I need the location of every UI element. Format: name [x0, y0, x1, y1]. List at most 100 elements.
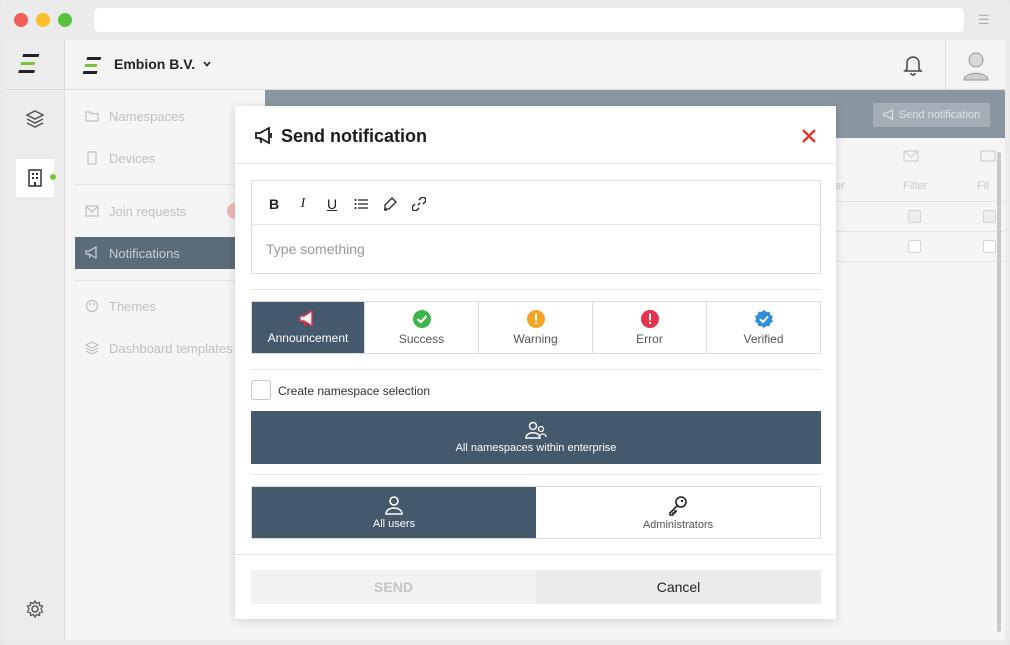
- italic-button[interactable]: I: [294, 195, 312, 213]
- send-button[interactable]: SEND: [251, 570, 536, 604]
- dialog-header: Send notification: [235, 106, 836, 164]
- type-label: Error: [636, 332, 663, 346]
- embion-logo-icon: [18, 54, 40, 73]
- verified-badge-icon: [754, 310, 773, 328]
- scrollbar[interactable]: [997, 152, 1001, 632]
- list-button[interactable]: [352, 195, 370, 213]
- gear-icon: [26, 599, 44, 619]
- underline-button[interactable]: U: [323, 195, 341, 213]
- sidebar-item-label: Dashboard templates: [109, 340, 233, 356]
- mail-icon: [903, 150, 919, 162]
- type-announcement[interactable]: Announcement: [252, 302, 365, 353]
- pen-icon: [384, 197, 397, 211]
- recipient-selector: All users Administrators: [251, 486, 821, 539]
- settings-button[interactable]: [16, 590, 54, 628]
- row-checkbox[interactable]: [908, 210, 921, 223]
- mail-icon: [980, 150, 996, 162]
- send-notification-dialog: Send notification B I U Type something A…: [235, 106, 836, 619]
- mail-icon: [85, 205, 99, 217]
- row-checkbox[interactable]: [983, 240, 996, 253]
- folder-icon: [85, 111, 99, 122]
- sidebar-item-label: Themes: [109, 298, 156, 314]
- rail-item-layers[interactable]: [16, 100, 54, 138]
- top-bar: Embion B.V.: [65, 40, 1005, 90]
- menu-icon[interactable]: ☰: [978, 13, 992, 26]
- message-input[interactable]: [252, 225, 820, 273]
- users-icon: [525, 421, 547, 439]
- type-label: Announcement: [267, 331, 349, 345]
- recipient-label: All users: [372, 518, 416, 530]
- embion-logo-icon: [83, 57, 102, 74]
- close-icon[interactable]: [801, 128, 817, 144]
- recipient-all-users[interactable]: All users: [252, 487, 536, 538]
- palette-icon: [85, 299, 99, 313]
- megaphone-icon: [883, 109, 893, 121]
- sidebar-item-label: Namespaces: [109, 108, 185, 124]
- type-warning[interactable]: Warning: [479, 302, 593, 353]
- create-namespace-selection-label: Create namespace selection: [278, 384, 431, 398]
- close-window-button[interactable]: [14, 13, 28, 27]
- divider: [235, 554, 836, 555]
- list-icon: [354, 199, 368, 209]
- layers-icon: [25, 110, 45, 128]
- left-rail: [5, 40, 65, 640]
- table-row: [835, 232, 1005, 262]
- layers-icon: [85, 341, 99, 355]
- table-header: er Filter Fil: [835, 138, 1005, 202]
- recipient-administrators[interactable]: Administrators: [536, 487, 820, 538]
- exclamation-circle-icon: [640, 310, 659, 328]
- avatar-icon: [962, 52, 989, 81]
- type-success[interactable]: Success: [365, 302, 479, 353]
- status-dot: [50, 174, 56, 180]
- link-icon: [412, 197, 426, 211]
- type-error[interactable]: Error: [593, 302, 707, 353]
- send-notification-button[interactable]: Send notification: [873, 103, 990, 127]
- type-verified[interactable]: Verified: [707, 302, 820, 353]
- check-circle-icon: [412, 310, 431, 328]
- minimize-window-button[interactable]: [36, 13, 50, 27]
- megaphone-icon: [255, 127, 272, 145]
- building-icon: [28, 169, 42, 187]
- row-checkbox[interactable]: [908, 240, 921, 253]
- sidebar-item-label: Notifications: [109, 245, 180, 261]
- maximize-window-button[interactable]: [58, 13, 72, 27]
- device-icon: [87, 151, 97, 165]
- company-name: Embion B.V.: [114, 56, 196, 72]
- megaphone-icon: [85, 246, 97, 260]
- sidebar-item-label: Join requests: [109, 203, 187, 219]
- type-label: Success: [398, 332, 445, 346]
- exclamation-circle-icon: [526, 310, 545, 328]
- column-header: Fil: [977, 180, 989, 192]
- recipient-label: Administrators: [642, 519, 714, 531]
- key-icon: [669, 496, 687, 516]
- address-bar[interactable]: [94, 8, 964, 32]
- editor-toolbar: B I U: [252, 181, 820, 225]
- cancel-button[interactable]: Cancel: [536, 570, 821, 604]
- user-icon: [385, 496, 403, 515]
- link-button[interactable]: [410, 195, 428, 213]
- table-row: [835, 202, 1005, 232]
- bold-button[interactable]: B: [265, 195, 283, 213]
- divider: [251, 289, 821, 290]
- logo[interactable]: [5, 40, 65, 90]
- row-checkbox[interactable]: [983, 210, 996, 223]
- notifications-bell[interactable]: [903, 54, 923, 81]
- rail-item-enterprise[interactable]: [16, 159, 54, 197]
- create-namespace-selection-checkbox[interactable]: [251, 380, 271, 400]
- all-namespaces-label: All namespaces within enterprise: [455, 442, 617, 454]
- divider: [251, 369, 821, 370]
- app-window: ☰ Embion B.V. Namespaces Devices Join re…: [0, 0, 1010, 645]
- all-namespaces-button[interactable]: All namespaces within enterprise: [251, 411, 821, 464]
- highlight-button[interactable]: [381, 195, 399, 213]
- megaphone-icon: [299, 310, 313, 328]
- divider: [251, 474, 821, 475]
- title-bar: ☰: [0, 0, 1010, 40]
- bell-icon: [903, 56, 923, 76]
- column-header: er: [835, 180, 845, 192]
- user-menu[interactable]: [945, 40, 1005, 90]
- company-switcher[interactable]: Embion B.V.: [114, 56, 212, 72]
- type-label: Warning: [513, 332, 558, 346]
- rich-text-editor: B I U: [251, 180, 821, 274]
- type-label: Verified: [743, 332, 784, 346]
- notification-type-selector: Announcement Success Warning Error Verif…: [251, 301, 821, 354]
